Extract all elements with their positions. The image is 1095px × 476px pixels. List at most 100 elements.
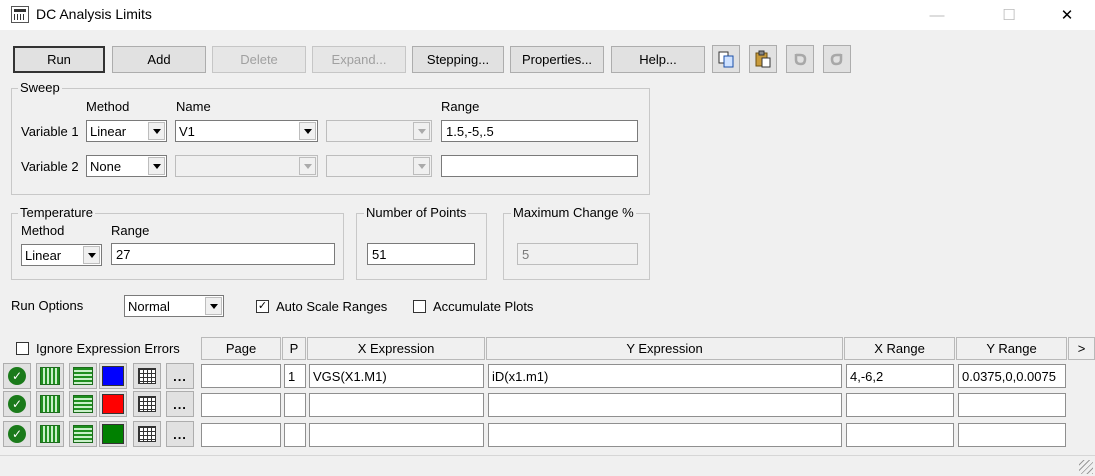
variable1-name2-select[interactable]: [326, 120, 432, 142]
row1-more-button[interactable]: ...: [166, 363, 194, 389]
row3-enable-button[interactable]: ✓: [3, 421, 31, 447]
help-button[interactable]: Help...: [611, 46, 705, 73]
row3-plot-mode-button[interactable]: [36, 421, 64, 447]
row2-x-expression-cell[interactable]: [309, 393, 484, 417]
line-plot-icon: [73, 367, 93, 385]
copy-button[interactable]: [712, 45, 740, 73]
column-header-y-range[interactable]: Y Range: [956, 337, 1067, 360]
max-change-input[interactable]: 5: [517, 243, 638, 265]
temperature-group-label: Temperature: [18, 205, 95, 220]
points-group-label: Number of Points: [364, 205, 469, 220]
row1-plot-mode-button[interactable]: [36, 363, 64, 389]
paste-button[interactable]: [749, 45, 777, 73]
row2-y-expression-cell[interactable]: [488, 393, 842, 417]
chevron-down-icon: [205, 297, 222, 315]
row2-plot-mode-button[interactable]: [36, 391, 64, 417]
table-icon: [138, 368, 156, 384]
column-header-x-expression[interactable]: X Expression: [307, 337, 485, 360]
sweep-method-header: Method: [86, 99, 130, 114]
scroll-right-button[interactable]: >: [1068, 337, 1095, 360]
variable1-label: Variable 1: [21, 124, 79, 139]
chevron-down-icon: [148, 122, 165, 140]
paste-icon: [755, 50, 771, 68]
row3-color-swatch: [102, 424, 124, 444]
row3-y-range-cell[interactable]: [958, 423, 1066, 447]
variable2-method-select[interactable]: None: [86, 155, 167, 177]
minimize-button[interactable]: —: [914, 0, 960, 30]
properties-button[interactable]: Properties...: [510, 46, 604, 73]
row3-color-button[interactable]: [99, 421, 127, 447]
sweep-range-header: Range: [441, 99, 480, 114]
variable2-name-select[interactable]: [175, 155, 318, 177]
row1-color-button[interactable]: [99, 363, 127, 389]
row2-page-cell[interactable]: [201, 393, 281, 417]
chevron-down-icon: [83, 246, 100, 264]
row3-x-range-cell[interactable]: [846, 423, 954, 447]
chevron-down-icon: [413, 157, 430, 175]
run-options-label: Run Options: [11, 298, 84, 313]
row1-p-cell[interactable]: 1: [284, 364, 306, 388]
add-button[interactable]: Add: [112, 46, 206, 73]
row2-table-button[interactable]: [133, 391, 161, 417]
row1-enable-button[interactable]: ✓: [3, 363, 31, 389]
ignore-errors-checkbox[interactable]: [16, 342, 29, 355]
row1-line-mode-button[interactable]: [69, 363, 97, 389]
column-header-x-range[interactable]: X Range: [844, 337, 955, 360]
table-icon: [138, 396, 156, 412]
row2-color-swatch: [102, 394, 124, 414]
row2-line-mode-button[interactable]: [69, 391, 97, 417]
column-header-page[interactable]: Page: [201, 337, 281, 360]
maximize-button[interactable]: ☐: [986, 0, 1032, 30]
row1-table-button[interactable]: [133, 363, 161, 389]
max-change-group-label: Maximum Change %: [511, 205, 636, 220]
run-button[interactable]: Run: [13, 46, 105, 73]
undo-icon: [794, 53, 807, 66]
variable2-method-value: None: [90, 158, 122, 174]
temperature-method-select[interactable]: Linear: [21, 244, 102, 266]
variable1-name-select[interactable]: V1: [175, 120, 318, 142]
variable2-range-input[interactable]: [441, 155, 638, 177]
stepping-button[interactable]: Stepping...: [412, 46, 504, 73]
close-button[interactable]: ✕: [1044, 0, 1090, 30]
variable1-range-input[interactable]: 1.5,-5,.5: [441, 120, 638, 142]
row3-p-cell[interactable]: [284, 423, 306, 447]
temperature-range-input[interactable]: 27: [111, 243, 335, 265]
row2-y-range-cell[interactable]: [958, 393, 1066, 417]
row2-enable-button[interactable]: ✓: [3, 391, 31, 417]
row3-y-expression-cell[interactable]: [488, 423, 842, 447]
resize-grip-icon[interactable]: [1079, 460, 1093, 474]
row1-y-range-cell[interactable]: 0.0375,0,0.0075: [958, 364, 1066, 388]
row1-x-range-cell[interactable]: 4,-6,2: [846, 364, 954, 388]
row1-page-cell[interactable]: [201, 364, 281, 388]
variable1-method-value: Linear: [90, 123, 127, 139]
row2-color-button[interactable]: [99, 391, 127, 417]
row3-more-button[interactable]: ...: [166, 421, 194, 447]
points-input[interactable]: 51: [367, 243, 475, 265]
row3-x-expression-cell[interactable]: [309, 423, 484, 447]
ignore-errors-label: Ignore Expression Errors: [36, 341, 180, 356]
row3-line-mode-button[interactable]: [69, 421, 97, 447]
row3-table-button[interactable]: [133, 421, 161, 447]
column-header-y-expression[interactable]: Y Expression: [486, 337, 843, 360]
expand-button[interactable]: Expand...: [312, 46, 406, 73]
undo-button[interactable]: [786, 45, 814, 73]
temperature-method-header: Method: [21, 223, 65, 238]
row2-x-range-cell[interactable]: [846, 393, 954, 417]
delete-button[interactable]: Delete: [212, 46, 306, 73]
run-options-select[interactable]: Normal: [124, 295, 224, 317]
redo-icon: [830, 53, 843, 66]
row2-p-cell[interactable]: [284, 393, 306, 417]
variable2-name2-select[interactable]: [326, 155, 432, 177]
row2-more-button[interactable]: ...: [166, 391, 194, 417]
row1-y-expression-cell[interactable]: iD(x1.m1): [488, 364, 842, 388]
row3-page-cell[interactable]: [201, 423, 281, 447]
accumulate-label: Accumulate Plots: [433, 299, 534, 314]
auto-scale-checkbox[interactable]: ✓: [256, 300, 269, 313]
row1-x-expression-cell[interactable]: VGS(X1.M1): [309, 364, 484, 388]
variable1-method-select[interactable]: Linear: [86, 120, 167, 142]
window-title: DC Analysis Limits: [36, 6, 152, 22]
temperature-range-header: Range: [111, 223, 150, 238]
column-header-p[interactable]: P: [282, 337, 306, 360]
accumulate-checkbox[interactable]: [413, 300, 426, 313]
redo-button[interactable]: [823, 45, 851, 73]
